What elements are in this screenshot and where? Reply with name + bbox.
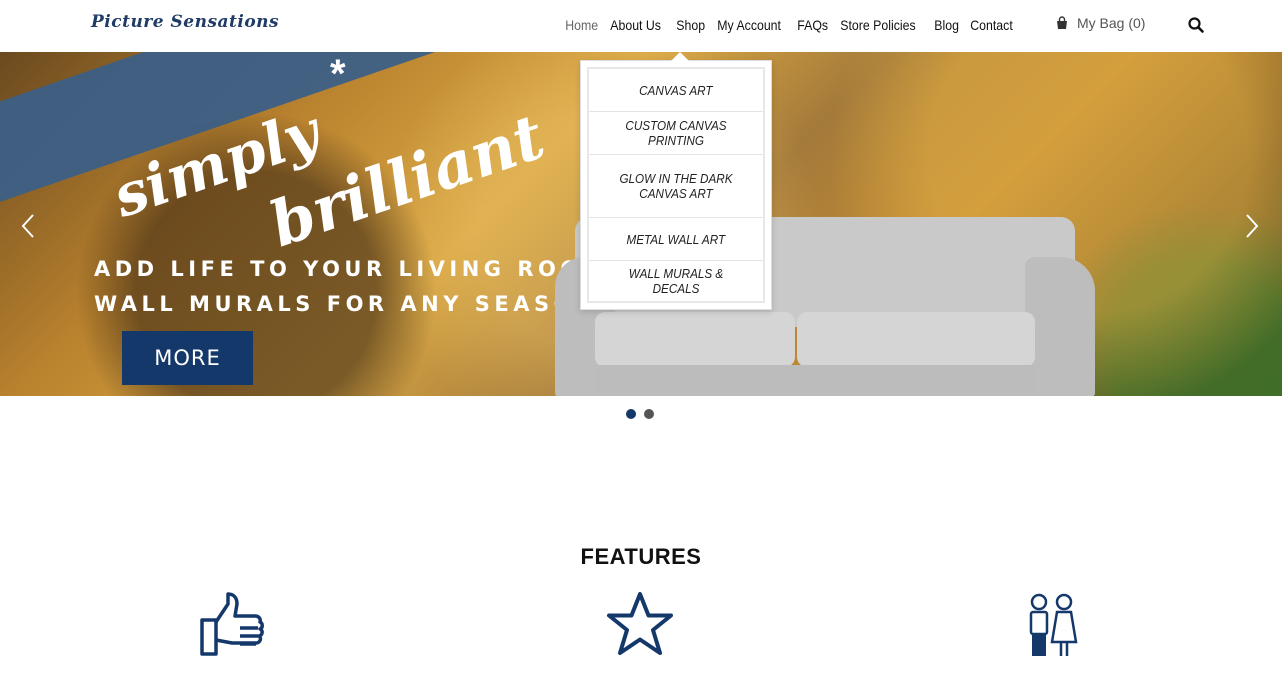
carousel-dot-1[interactable] — [626, 409, 636, 419]
my-bag-label: My Bag (0) — [1077, 15, 1146, 31]
nav-contact[interactable]: Contact — [965, 17, 1018, 33]
dropdown-item-wall-murals-decals[interactable]: WALL MURALS & DECALS — [589, 261, 763, 301]
nav-my-account[interactable]: My Account — [712, 17, 786, 33]
nav-shop[interactable]: Shop — [671, 17, 710, 33]
my-bag-link[interactable]: My Bag (0) — [1055, 15, 1145, 31]
dropdown-item-custom-canvas-printing[interactable]: CUSTOM CANVAS PRINTING — [589, 112, 763, 155]
shopping-bag-icon — [1057, 16, 1067, 29]
hero-tagline-1: ADD LIFE TO YOUR LIVING ROOM — [94, 257, 609, 281]
search-icon[interactable] — [1187, 16, 1205, 34]
slider-prev-arrow-icon[interactable] — [18, 212, 38, 240]
more-button[interactable]: MORE — [122, 331, 253, 385]
shop-dropdown-menu: CANVAS ART CUSTOM CANVAS PRINTING GLOW I… — [580, 52, 772, 310]
main-nav: Home About Us Shop My Account FAQs Store… — [560, 0, 1021, 50]
nav-blog[interactable]: Blog — [929, 17, 964, 33]
hero-asterisk: * — [330, 52, 346, 96]
nav-faqs[interactable]: FAQs — [792, 17, 833, 33]
dropdown-item-metal-wall-art[interactable]: METAL WALL ART — [589, 218, 763, 261]
couple-icon — [1029, 593, 1078, 656]
slider-next-arrow-icon[interactable] — [1242, 212, 1262, 240]
dropdown-item-canvas-art[interactable]: CANVAS ART — [589, 69, 763, 112]
carousel-dots — [626, 409, 654, 419]
site-header: Picture Sensations Home About Us Shop My… — [0, 0, 1282, 52]
carousel-dot-2[interactable] — [644, 409, 654, 419]
site-logo[interactable]: Picture Sensations — [91, 12, 279, 32]
thumbs-up-icon — [200, 592, 264, 656]
hero-tagline-2: WALL MURALS FOR ANY SEASON — [94, 292, 599, 316]
nav-home[interactable]: Home — [560, 17, 603, 33]
features-heading: FEATURES — [580, 544, 702, 569]
dropdown-item-glow-in-the-dark[interactable]: GLOW IN THE DARK CANVAS ART — [589, 155, 763, 218]
nav-store-policies[interactable]: Store Policies — [835, 17, 921, 33]
nav-about-us[interactable]: About Us — [605, 17, 666, 33]
star-icon — [607, 592, 673, 655]
